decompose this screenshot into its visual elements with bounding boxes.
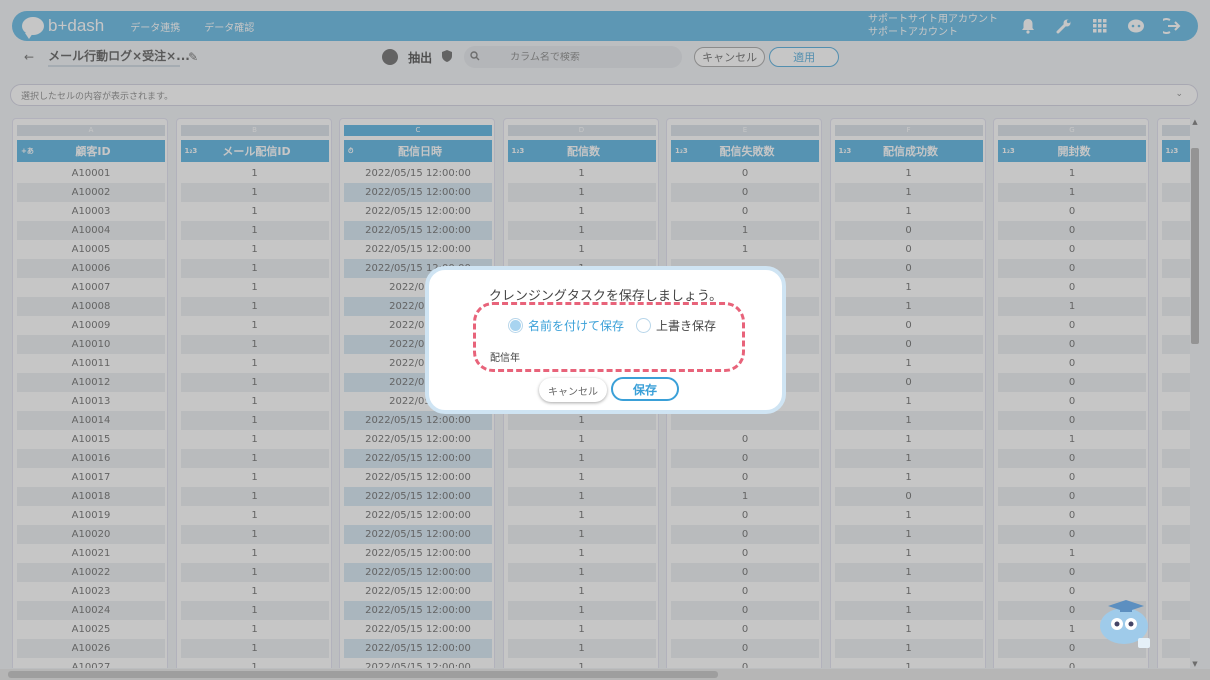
highlight-box: 名前を付けて保存 上書き保存 (473, 302, 745, 372)
radio-overwrite-label[interactable]: 上書き保存 (656, 317, 716, 334)
save-task-dialog: クレンジングタスクを保存しましょう。 名前を付けて保存 上書き保存 キャンセル … (425, 266, 786, 414)
save-mode-options: 名前を付けて保存 上書き保存 (508, 317, 728, 334)
dialog-cancel-button[interactable]: キャンセル (539, 378, 607, 402)
assistant-mascot[interactable] (1098, 592, 1158, 652)
radio-save-as[interactable] (508, 318, 523, 333)
radio-overwrite[interactable] (636, 318, 652, 333)
task-name-input[interactable] (490, 347, 726, 365)
radio-save-as-label[interactable]: 名前を付けて保存 (528, 317, 624, 334)
dialog-save-button[interactable]: 保存 (611, 377, 679, 401)
